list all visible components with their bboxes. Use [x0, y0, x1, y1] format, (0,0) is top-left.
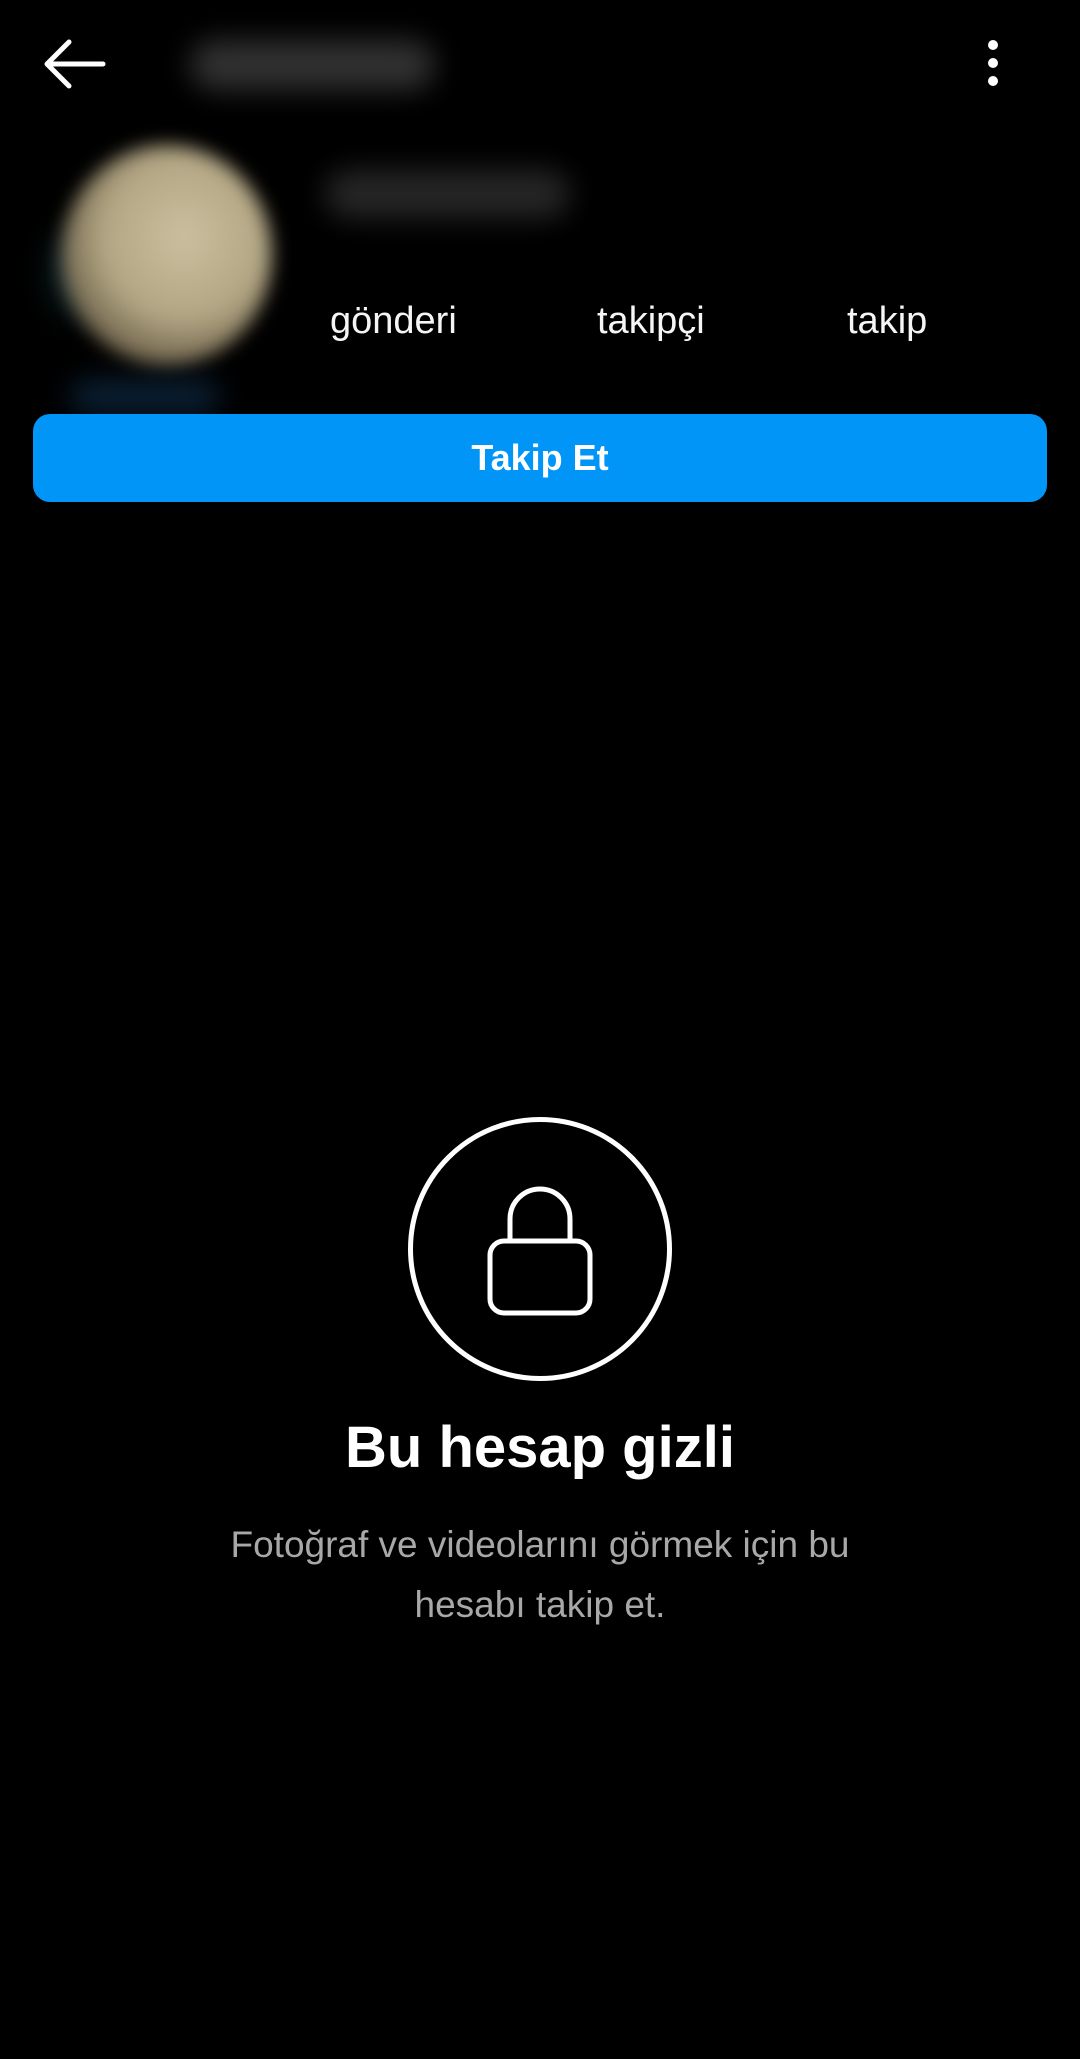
- lock-circle: [408, 1117, 672, 1381]
- category-obscured: [70, 380, 220, 414]
- private-account-description: Fotoğraf ve videolarını görmek için bu h…: [230, 1524, 850, 1625]
- username-obscured: [190, 40, 435, 90]
- vertical-dots-icon: [988, 40, 998, 86]
- stat-following[interactable]: takip: [847, 300, 927, 343]
- follow-button[interactable]: Takip Et: [33, 414, 1047, 502]
- back-button[interactable]: [40, 35, 110, 93]
- stat-posts: gönderi: [330, 300, 457, 342]
- profile-screen: gönderi takipçi takip Takip Et Bu hesap …: [0, 0, 1080, 2059]
- stat-followers[interactable]: takipçi: [597, 300, 705, 343]
- lock-icon: [487, 1186, 593, 1316]
- display-name-obscured: [325, 170, 570, 218]
- more-options-button[interactable]: [968, 35, 1018, 91]
- arrow-left-icon: [44, 39, 106, 89]
- private-account-title: Bu hesap gizli: [345, 1415, 735, 1480]
- avatar[interactable]: [62, 145, 272, 365]
